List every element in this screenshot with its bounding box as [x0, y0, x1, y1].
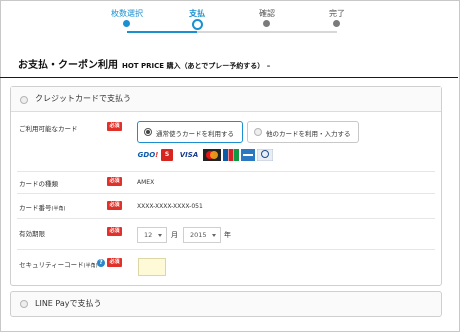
row-separator — [17, 171, 435, 172]
use-other-card-option[interactable]: 他のカードを利用・入力する — [247, 121, 359, 143]
stepper-line-done — [127, 31, 197, 33]
progress-stepper: 枚数選択 支払 確認 完了 — [92, 8, 372, 40]
registered-card-label: 通常使うカードを利用する — [156, 130, 234, 138]
diners-logo — [257, 149, 273, 161]
step-label: 完了 — [329, 9, 345, 18]
mastercard-logo — [203, 149, 221, 161]
row-separator — [17, 218, 435, 219]
row-separator — [17, 249, 435, 250]
card-number-label-note: (半角) — [51, 206, 66, 212]
page-title: お支払・クーポン利用 HOT PRICE 購入（あとでプレー予約する） – — [18, 56, 270, 71]
month-unit: 月 — [171, 231, 178, 239]
page-subtitle: HOT PRICE 購入（あとでプレー予約する） – — [122, 62, 271, 70]
chevron-down-icon — [212, 234, 216, 237]
gdo-logo: GDO! — [137, 151, 159, 159]
row-separator — [17, 193, 435, 194]
card-number-label-text: カード番号 — [19, 204, 52, 212]
registered-card-radio[interactable] — [144, 128, 152, 136]
step-confirm: 確認 — [232, 8, 302, 27]
line-pay-radio[interactable] — [20, 300, 28, 308]
required-badge: 必須 — [107, 177, 122, 186]
step-dot — [333, 20, 340, 27]
security-code-label-note: (半角) — [83, 263, 98, 269]
line-pay-title: LINE Payで支払う — [35, 299, 102, 308]
credit-card-radio[interactable] — [20, 96, 28, 104]
amex-logo — [241, 149, 255, 161]
security-code-label: セキュリティーコード(半角) — [19, 259, 98, 269]
step-complete: 完了 — [302, 8, 372, 27]
other-card-radio[interactable] — [254, 128, 262, 136]
card-number-value: XXXX-XXXX-XXXX-051 — [137, 203, 203, 210]
required-badge: 必須 — [107, 201, 122, 210]
line-pay-panel[interactable]: LINE Payで支払う — [10, 291, 442, 317]
step-dot — [192, 19, 203, 30]
card-number-label: カード番号(半角) — [19, 202, 65, 212]
saison-logo: S — [161, 149, 173, 161]
step-quantity: 枚数選択 — [92, 8, 162, 27]
card-type-value: AMEX — [137, 179, 155, 186]
stepper-line-pending — [197, 31, 337, 33]
title-divider — [0, 77, 458, 78]
credit-card-header[interactable]: クレジットカードで支払う — [11, 87, 441, 112]
chevron-down-icon — [158, 234, 162, 237]
step-label: 確認 — [259, 9, 275, 18]
help-icon[interactable]: ? — [97, 259, 105, 267]
expiry-label: 有効期限 — [19, 230, 45, 238]
security-code-input[interactable] — [138, 258, 166, 276]
visa-logo: VISA — [179, 151, 199, 159]
jcb-logo — [223, 149, 239, 161]
available-card-label: ご利用可能なカード — [19, 125, 78, 133]
expiry-month-select[interactable]: 12 — [137, 227, 167, 243]
security-code-label-text: セキュリティーコード — [19, 261, 84, 269]
required-badge: 必須 — [107, 227, 122, 236]
page-title-text: お支払・クーポン利用 — [18, 60, 118, 71]
required-badge: 必須 — [107, 258, 122, 267]
step-dot — [123, 20, 130, 27]
other-card-label: 他のカードを利用・入力する — [266, 130, 351, 138]
required-badge: 必須 — [107, 122, 122, 131]
year-unit: 年 — [224, 231, 231, 239]
credit-card-title: クレジットカードで支払う — [35, 94, 131, 103]
expiry-year-value: 2015 — [190, 231, 207, 239]
step-dot — [263, 20, 270, 27]
step-payment: 支払 — [162, 8, 232, 30]
use-registered-card-option[interactable]: 通常使うカードを利用する — [137, 121, 243, 143]
expiry-year-select[interactable]: 2015 — [183, 227, 221, 243]
credit-card-panel: クレジットカードで支払う ご利用可能なカード 必須 通常使うカードを利用する 他… — [10, 86, 442, 286]
step-label: 枚数選択 — [111, 9, 143, 18]
expiry-month-value: 12 — [144, 231, 153, 239]
card-type-label: カードの種類 — [19, 180, 58, 188]
